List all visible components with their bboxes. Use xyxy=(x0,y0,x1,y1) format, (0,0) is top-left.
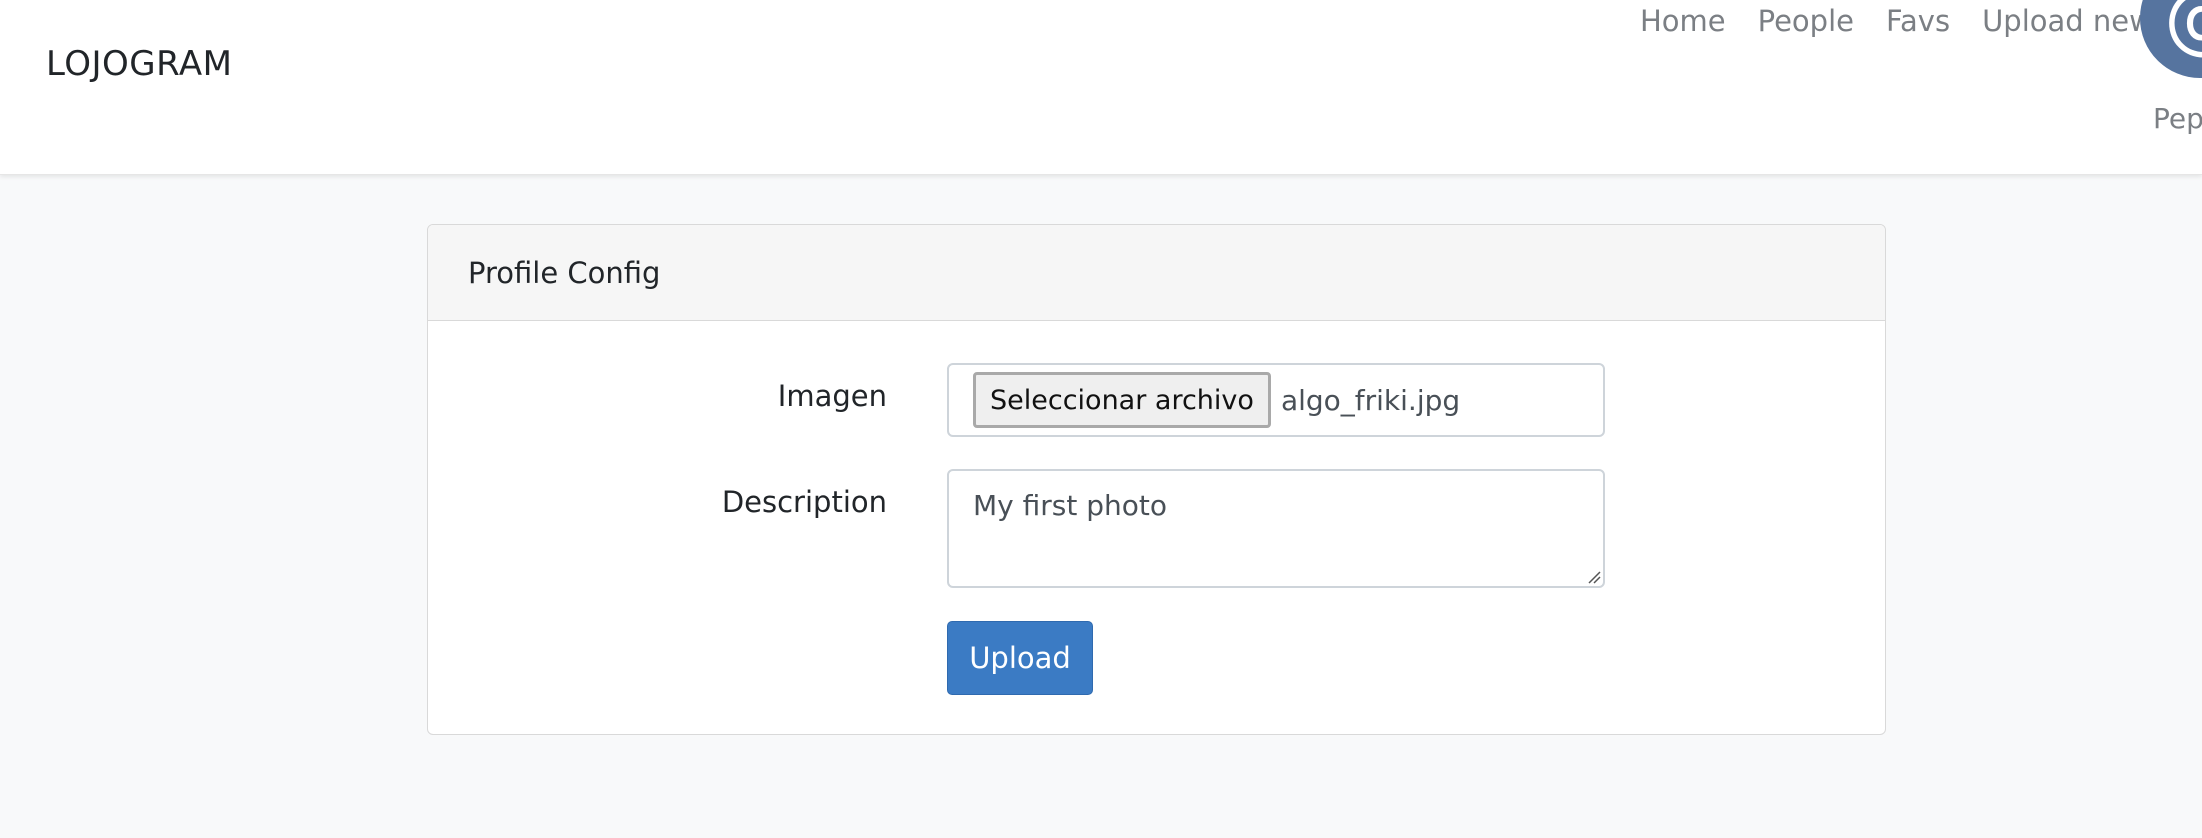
image-file-input[interactable]: Seleccionar archivo algo_friki.jpg xyxy=(947,363,1605,437)
avatar[interactable]: @ xyxy=(2140,0,2202,78)
selected-file-name: algo_friki.jpg xyxy=(1280,383,1461,417)
description-textarea[interactable]: My first photo xyxy=(947,469,1605,588)
nav-link-people[interactable]: People xyxy=(1758,4,1854,38)
card-header: Profile Config xyxy=(428,225,1885,321)
image-label: Imagen xyxy=(777,379,887,413)
profile-config-card: Profile Config Imagen Seleccionar archiv… xyxy=(427,224,1886,735)
nav-link-favs[interactable]: Favs xyxy=(1886,4,1950,38)
nav-links: Home People Favs Upload new xyxy=(1640,0,2153,42)
brand-logo[interactable]: LOJOGRAM xyxy=(46,40,232,88)
nav-link-home[interactable]: Home xyxy=(1640,4,1726,38)
top-navbar: LOJOGRAM Home People Favs Upload new @ P… xyxy=(0,0,2202,175)
description-label: Description xyxy=(721,485,887,519)
resize-grip-icon[interactable] xyxy=(1587,570,1601,584)
card-title: Profile Config xyxy=(468,255,661,290)
user-name[interactable]: Pep xyxy=(2153,102,2202,135)
upload-button[interactable]: Upload xyxy=(947,621,1093,695)
select-file-button[interactable]: Seleccionar archivo xyxy=(973,372,1271,428)
nav-link-upload-new[interactable]: Upload new xyxy=(1982,4,2153,38)
